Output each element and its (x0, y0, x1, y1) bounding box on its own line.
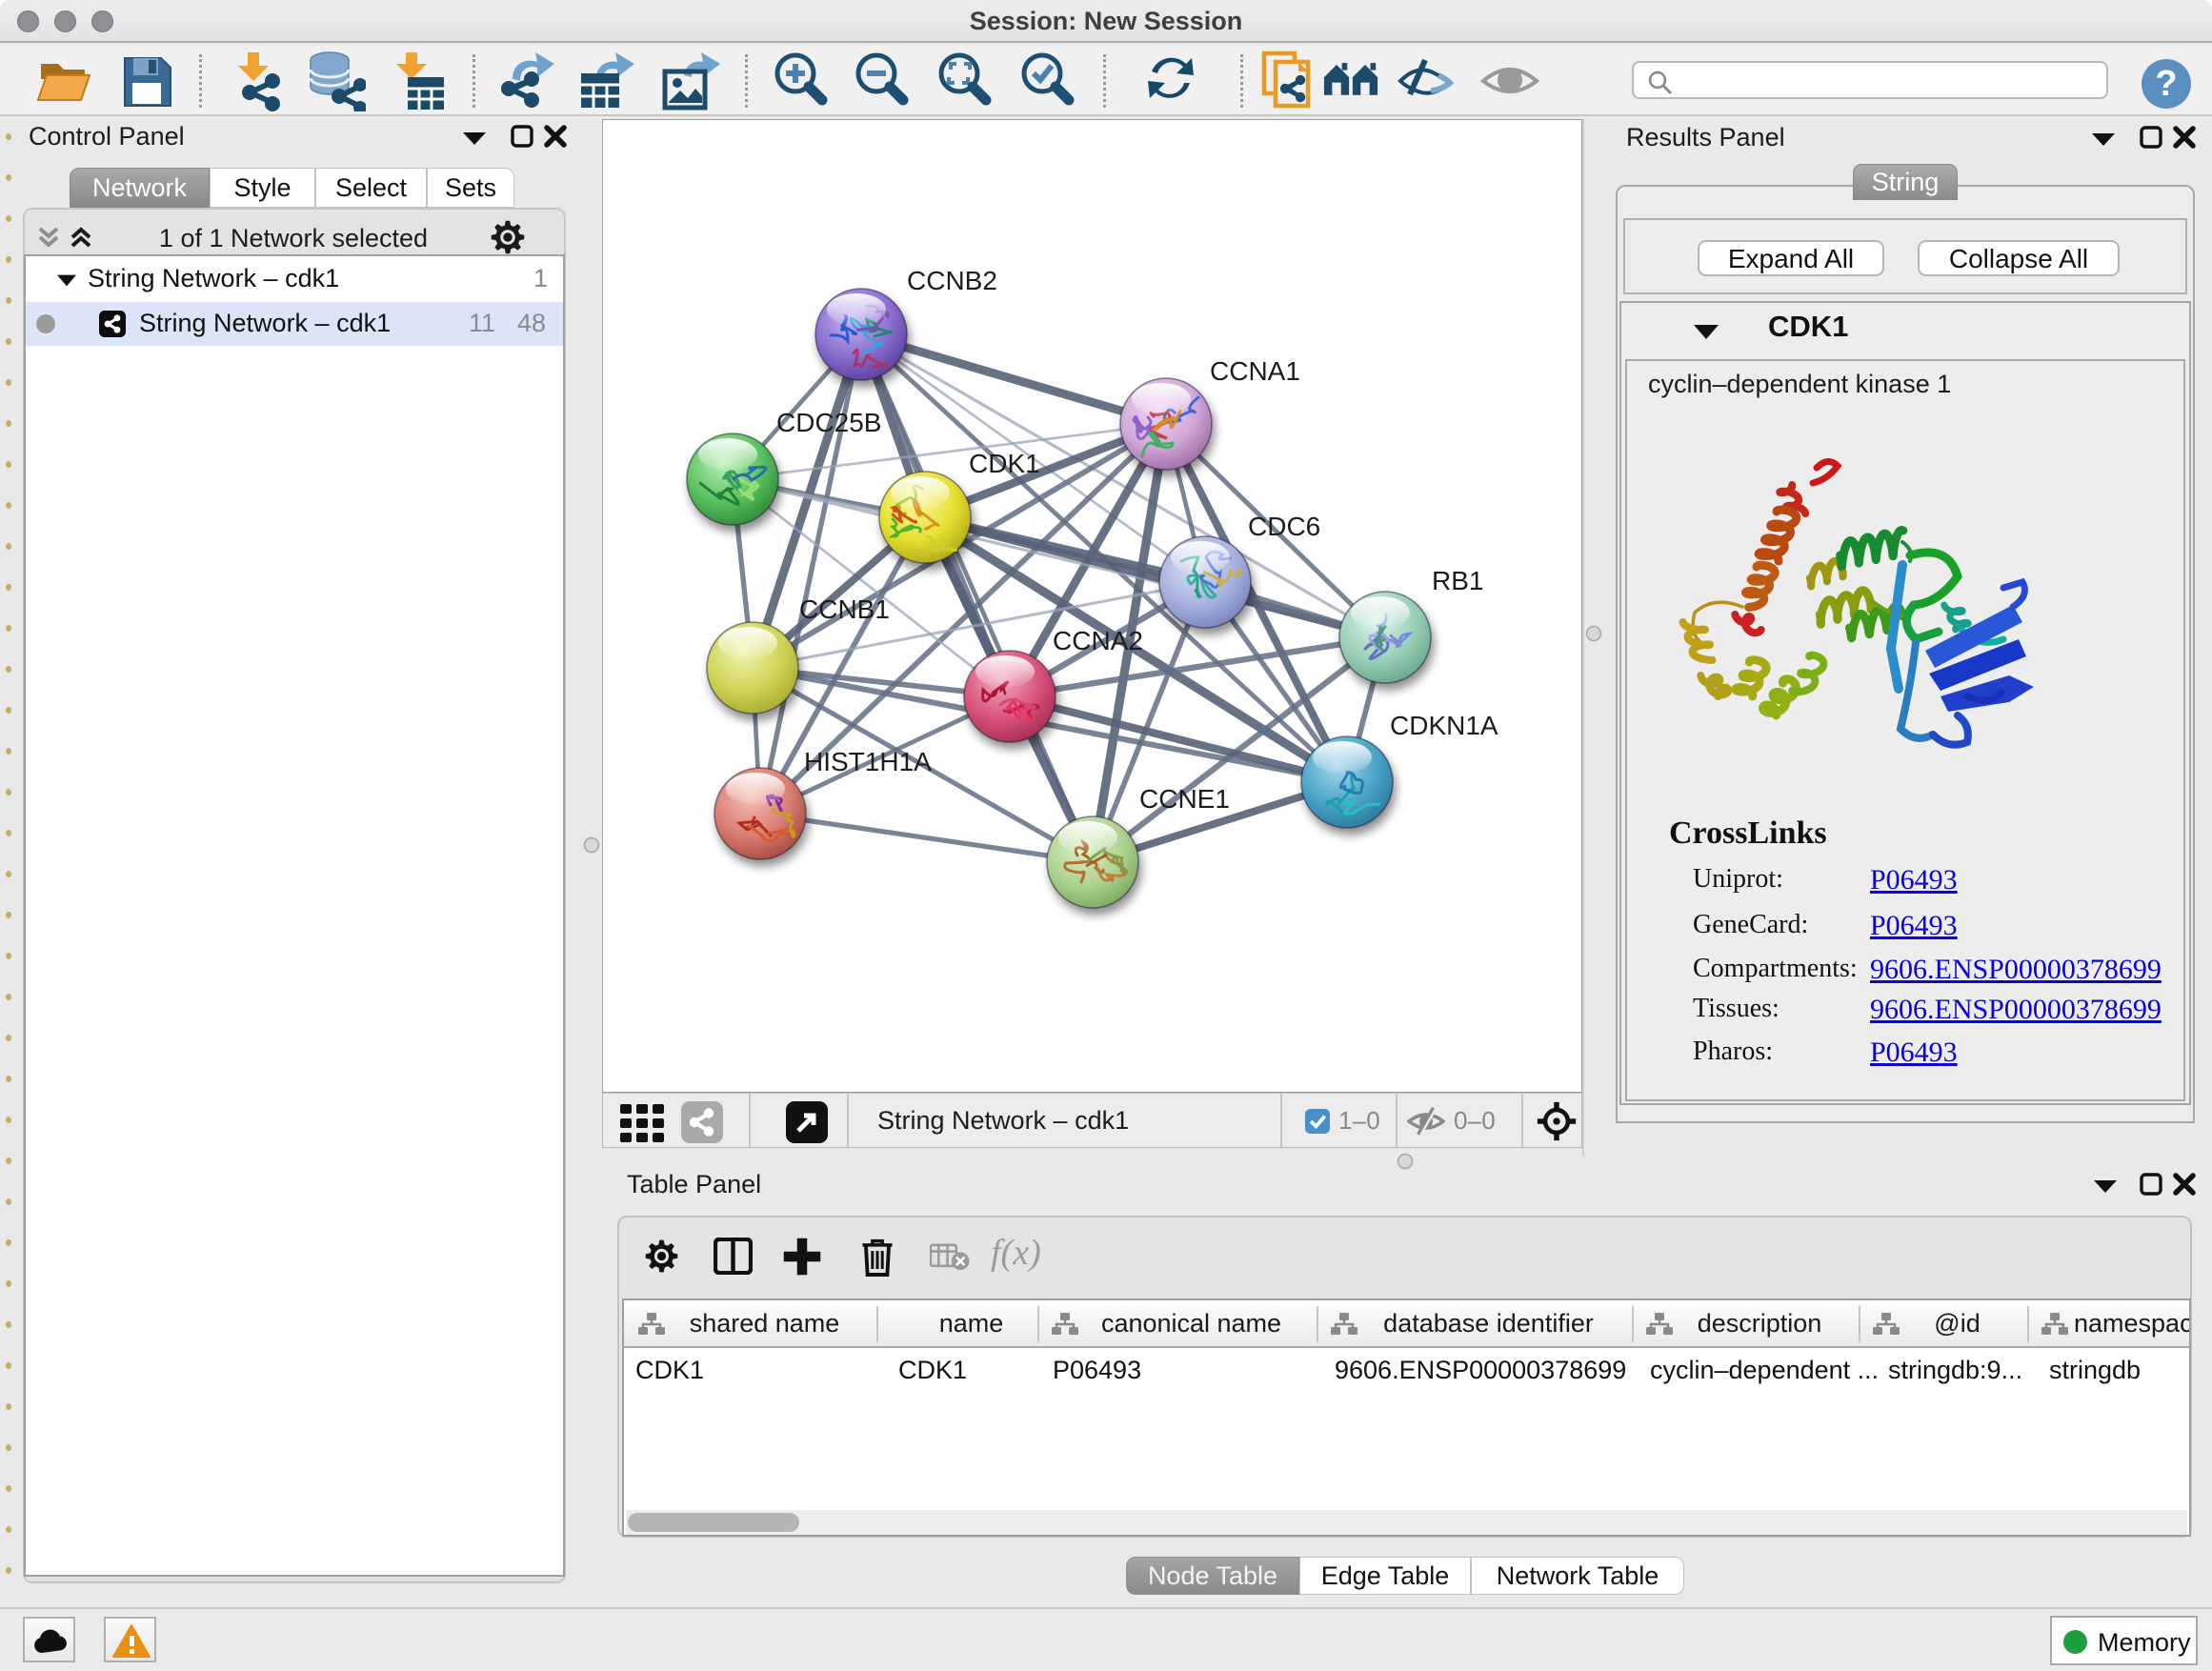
svg-text:?: ? (2155, 64, 2177, 104)
svg-text:CCNB2: CCNB2 (907, 266, 997, 295)
svg-text:CDC25B: CDC25B (776, 408, 881, 437)
svg-text:CDK1: CDK1 (969, 449, 1040, 478)
svg-text:HIST1H1A: HIST1H1A (804, 747, 932, 776)
svg-text:RB1: RB1 (1432, 566, 1483, 595)
svg-text:CDC6: CDC6 (1248, 512, 1320, 541)
svg-text:CCNA1: CCNA1 (1210, 356, 1300, 386)
svg-text:CCNA2: CCNA2 (1053, 626, 1143, 655)
svg-text:CCNE1: CCNE1 (1139, 784, 1230, 814)
svg-text:CCNB1: CCNB1 (799, 594, 890, 624)
svg-text:CDKN1A: CDKN1A (1390, 711, 1498, 740)
